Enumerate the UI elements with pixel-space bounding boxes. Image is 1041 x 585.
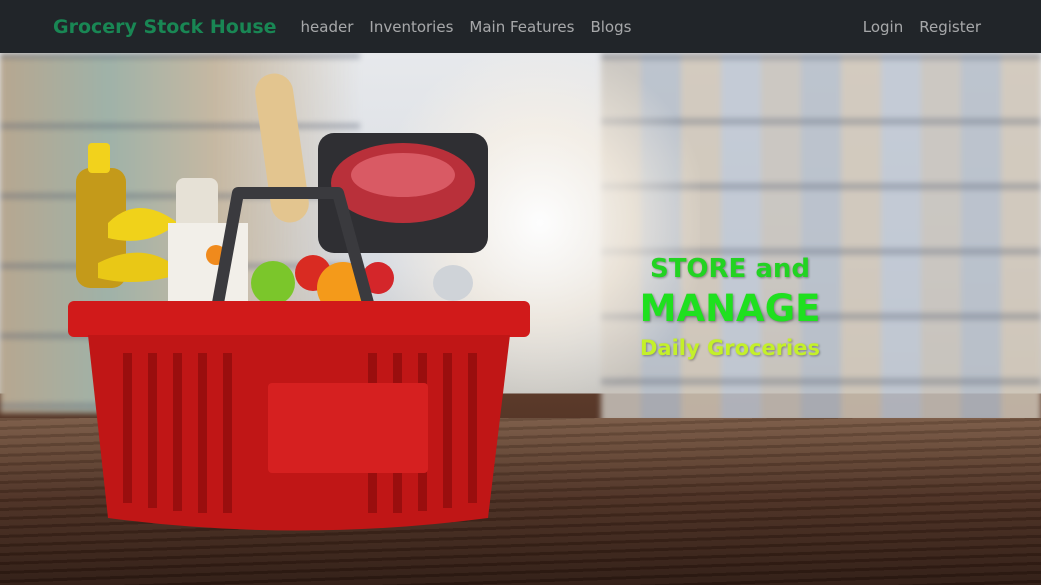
nav-link-main-features[interactable]: Main Features (469, 18, 574, 36)
login-link[interactable]: Login (863, 18, 903, 36)
nav-links: header Inventories Main Features Blogs (301, 18, 632, 36)
tagline-groceries: Daily Groceries (639, 336, 820, 360)
top-navbar: Grocery Stock House header Inventories M… (0, 0, 1041, 53)
tagline-manage: MANAGE (639, 287, 821, 330)
register-link[interactable]: Register (919, 18, 981, 36)
nav-link-blogs[interactable]: Blogs (590, 18, 631, 36)
nav-link-header[interactable]: header (301, 18, 354, 36)
auth-links: Login Register (863, 18, 981, 36)
hero-tagline: STORE and MANAGE Daily Groceries (600, 253, 860, 363)
grocery-basket-image (68, 73, 530, 531)
hero-banner: STORE and MANAGE Daily Groceries (0, 53, 1041, 585)
brand-link[interactable]: Grocery Stock House (53, 16, 277, 38)
tagline-store: STORE and (649, 254, 811, 284)
nav-link-inventories[interactable]: Inventories (369, 18, 453, 36)
